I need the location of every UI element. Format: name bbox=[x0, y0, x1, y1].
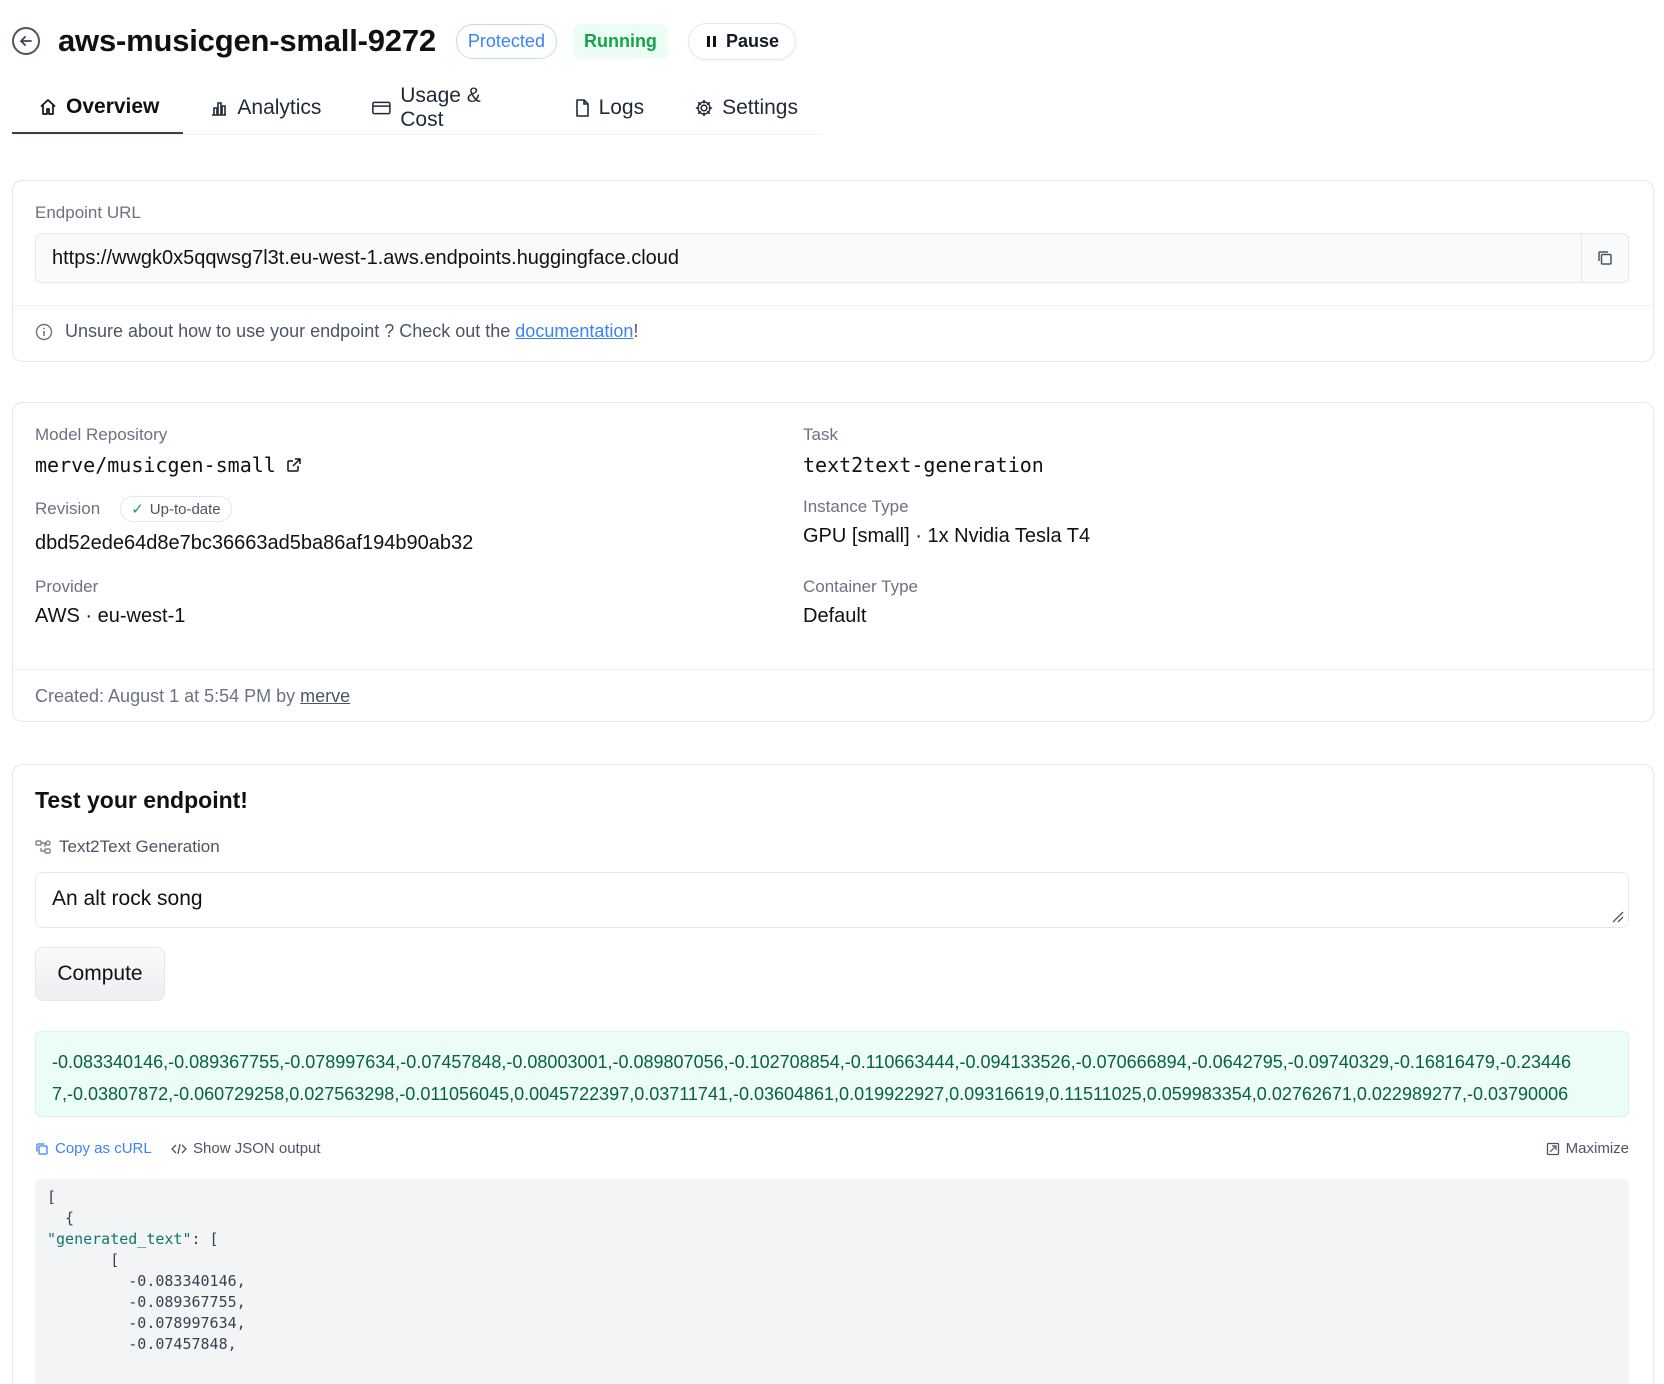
provider-label: Provider bbox=[35, 577, 99, 596]
pause-icon bbox=[706, 35, 716, 47]
tab-settings[interactable]: Settings bbox=[668, 82, 822, 134]
endpoint-url-field: https://wwgk0x5qqwsg7l3t.eu-west-1.aws.e… bbox=[35, 233, 1629, 283]
tab-analytics[interactable]: Analytics bbox=[183, 82, 345, 134]
container-type-field: Container Type Default bbox=[803, 577, 918, 628]
resize-handle-icon[interactable] bbox=[1610, 909, 1624, 923]
copy-icon bbox=[1598, 251, 1612, 265]
info-icon bbox=[35, 323, 53, 340]
json-line: [ bbox=[47, 1188, 57, 1206]
endpoint-info-card: Model Repository merve/musicgen-small Ta… bbox=[12, 402, 1654, 722]
copy-icon bbox=[36, 1142, 48, 1155]
model-repository-link[interactable]: merve/musicgen-small bbox=[35, 453, 276, 477]
show-json-button[interactable]: Show JSON output bbox=[171, 1140, 321, 1157]
up-to-date-badge: ✓ Up-to-date bbox=[120, 496, 232, 522]
endpoint-url-card: Endpoint URL https://wwgk0x5qqwsg7l3t.eu… bbox=[12, 180, 1654, 362]
maximize-icon bbox=[1546, 1142, 1559, 1155]
instance-type-field: Instance Type GPU [small] · 1x Nvidia Te… bbox=[803, 497, 1090, 548]
tab-label: Overview bbox=[66, 95, 160, 118]
task-label: Task bbox=[803, 425, 838, 444]
prompt-input[interactable]: An alt rock song bbox=[35, 872, 1629, 928]
hint-suffix: ! bbox=[633, 321, 639, 341]
pause-button[interactable]: Pause bbox=[687, 22, 796, 60]
gear-icon bbox=[695, 99, 713, 117]
hint-text: Unsure about how to use your endpoint ? … bbox=[65, 321, 516, 341]
output-line: 7,-0.03807872,-0.060729258,0.027563298,-… bbox=[52, 1084, 1569, 1104]
divider bbox=[13, 305, 1653, 306]
page-header: aws-musicgen-small-9272 Protected Runnin… bbox=[12, 20, 796, 62]
divider bbox=[13, 669, 1653, 670]
endpoint-url-label: Endpoint URL bbox=[35, 203, 141, 222]
arrow-left-icon bbox=[20, 36, 32, 46]
tab-label: Settings bbox=[722, 96, 798, 119]
json-line: -0.07457848, bbox=[47, 1335, 237, 1353]
output-box: -0.083340146,-0.089367755,-0.078997634,-… bbox=[35, 1031, 1629, 1117]
created-info: Created: August 1 at 5:54 PM by merve bbox=[35, 686, 350, 707]
json-line: [ bbox=[47, 1251, 120, 1269]
container-type-label: Container Type bbox=[803, 577, 918, 596]
compute-button[interactable]: Compute bbox=[35, 947, 165, 1001]
tab-logs[interactable]: Logs bbox=[547, 82, 669, 134]
provider-field: Provider AWS · eu-west-1 bbox=[35, 577, 185, 628]
json-punct: : [ bbox=[191, 1230, 219, 1248]
json-line: -0.083340146, bbox=[47, 1272, 246, 1290]
json-key: "generated_text" bbox=[47, 1230, 192, 1248]
prompt-value: An alt rock song bbox=[52, 887, 203, 910]
revision-label: Revision bbox=[35, 499, 101, 518]
container-type-value: Default bbox=[803, 605, 867, 627]
tab-overview[interactable]: Overview bbox=[12, 82, 184, 134]
credit-card-icon bbox=[372, 101, 392, 115]
instance-type-value: GPU [small] · 1x Nvidia Tesla T4 bbox=[803, 525, 1091, 547]
revision-value: dbd52ede64d8e7bc36663ad5ba86af194b90ab32 bbox=[35, 532, 474, 554]
documentation-hint: Unsure about how to use your endpoint ? … bbox=[35, 321, 638, 342]
chart-icon bbox=[212, 102, 227, 116]
widget-task-label: Text2Text Generation bbox=[35, 837, 220, 857]
external-link-icon[interactable] bbox=[286, 457, 302, 473]
json-line: -0.089367755, bbox=[47, 1293, 246, 1311]
status-badge: Running bbox=[572, 23, 668, 59]
model-repository-field: Model Repository merve/musicgen-small bbox=[35, 425, 302, 477]
maximize-button[interactable]: Maximize bbox=[1546, 1140, 1629, 1157]
check-icon: ✓ bbox=[131, 501, 144, 518]
page-title: aws-musicgen-small-9272 bbox=[58, 23, 436, 58]
tab-label: Logs bbox=[598, 96, 645, 119]
provider-value: AWS · eu-west-1 bbox=[35, 605, 186, 627]
json-output: [ { "generated_text": [ [ -0.083340146, -… bbox=[35, 1179, 1629, 1384]
tab-usage-cost[interactable]: Usage & Cost bbox=[345, 82, 546, 134]
task-value: text2text-generation bbox=[803, 453, 1044, 477]
json-line: "generated_text": [ bbox=[47, 1229, 1617, 1250]
copy-curl-label: Copy as cURL bbox=[55, 1140, 152, 1157]
tab-bar: Overview Analytics Usage & Cost Logs Set… bbox=[12, 82, 822, 135]
home-icon bbox=[40, 99, 56, 115]
copy-url-button[interactable] bbox=[1581, 234, 1628, 282]
protected-badge: Protected bbox=[455, 23, 557, 59]
created-by-link[interactable]: merve bbox=[300, 686, 350, 706]
text2text-icon bbox=[35, 840, 51, 854]
maximize-label: Maximize bbox=[1565, 1140, 1629, 1157]
file-icon bbox=[575, 99, 589, 117]
tab-label: Analytics bbox=[237, 96, 322, 119]
endpoint-page: aws-musicgen-small-9272 Protected Runnin… bbox=[0, 0, 1664, 1384]
output-line: -0.083340146,-0.089367755,-0.078997634,-… bbox=[52, 1052, 1572, 1072]
endpoint-url-value[interactable]: https://wwgk0x5qqwsg7l3t.eu-west-1.aws.e… bbox=[36, 247, 1581, 270]
json-line: -0.078997634, bbox=[47, 1314, 246, 1332]
widget-task-name: Text2Text Generation bbox=[59, 837, 220, 856]
code-icon bbox=[171, 1143, 187, 1154]
documentation-link[interactable]: documentation bbox=[515, 321, 633, 342]
copy-curl-button[interactable]: Copy as cURL bbox=[35, 1140, 152, 1157]
test-endpoint-card: Test your endpoint! Text2Text Generation… bbox=[12, 764, 1654, 1384]
created-text: Created: August 1 at 5:54 PM by bbox=[35, 686, 301, 706]
up-to-date-label: Up-to-date bbox=[149, 500, 221, 518]
test-title: Test your endpoint! bbox=[35, 787, 248, 813]
instance-type-label: Instance Type bbox=[803, 497, 909, 516]
back-button[interactable] bbox=[12, 27, 40, 55]
tab-label: Usage & Cost bbox=[400, 84, 481, 131]
output-actions: Copy as cURL Show JSON output Maximize bbox=[35, 1140, 1629, 1162]
revision-field: Revision ✓ Up-to-date dbd52ede64d8e7bc36… bbox=[35, 494, 473, 555]
show-json-label: Show JSON output bbox=[193, 1140, 321, 1157]
pause-label: Pause bbox=[725, 30, 779, 51]
model-repository-label: Model Repository bbox=[35, 425, 168, 444]
task-field: Task text2text-generation bbox=[803, 425, 1044, 477]
json-line: { bbox=[47, 1209, 75, 1227]
